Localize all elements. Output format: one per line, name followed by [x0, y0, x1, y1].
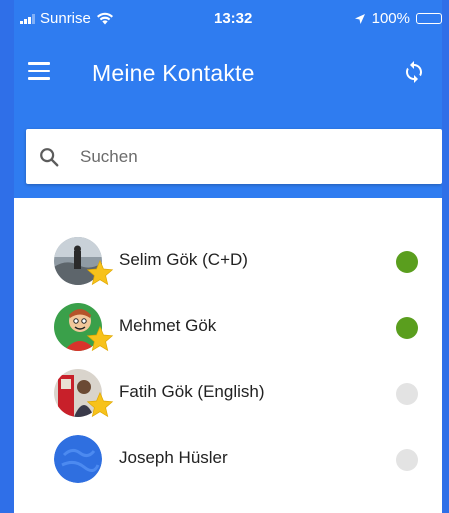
favorite-star-icon: [86, 259, 114, 286]
contact-item[interactable]: Fatih Gök (English): [14, 362, 442, 428]
offline-status-indicator: [396, 449, 418, 471]
carrier-label: Sunrise: [40, 10, 91, 27]
offline-status-indicator: [396, 383, 418, 405]
contact-item[interactable]: Mehmet Gök: [14, 296, 442, 362]
contact-item[interactable]: Selim Gök (C+D): [14, 230, 442, 296]
page-title: Meine Kontakte: [92, 60, 255, 86]
app-bar: Meine Kontakte: [14, 40, 442, 108]
status-bar: Sunrise 13:32 100%: [14, 0, 442, 40]
clock: 13:32: [214, 10, 253, 27]
status-left: Sunrise: [20, 10, 114, 27]
favorite-star-icon: [86, 325, 114, 352]
contact-name: Fatih Gök (English): [119, 382, 265, 401]
avatar: [54, 435, 102, 483]
search-input[interactable]: [78, 141, 422, 173]
frame-edge-left: [0, 0, 14, 513]
online-status-indicator: [396, 317, 418, 339]
wifi-icon: [96, 12, 113, 25]
battery-icon: [416, 13, 442, 24]
contact-name: Mehmet Gök: [119, 316, 217, 335]
search-icon: [40, 148, 59, 167]
battery-percent: 100%: [371, 10, 410, 27]
contact-name: Selim Gök (C+D): [119, 250, 248, 269]
app-screen: Sunrise 13:32 100% Meine Kontakte Suchen…: [14, 0, 442, 513]
status-right: 100%: [354, 10, 442, 27]
contact-item[interactable]: Joseph Hüsler: [14, 428, 442, 494]
hamburger-menu-icon[interactable]: [28, 62, 50, 80]
search-area: [14, 108, 442, 198]
frame-edge-right: [442, 0, 449, 513]
contact-name: Joseph Hüsler: [119, 448, 228, 467]
sync-icon[interactable]: [402, 60, 426, 84]
location-arrow-icon: [354, 13, 365, 24]
search-box[interactable]: [26, 129, 442, 184]
online-status-indicator: [396, 251, 418, 273]
favorite-star-icon: [86, 391, 114, 418]
contact-list: Selim Gök (C+D) Mehmet Gök Fatih Gök (En…: [14, 230, 442, 494]
signal-strength-icon: [20, 13, 35, 24]
